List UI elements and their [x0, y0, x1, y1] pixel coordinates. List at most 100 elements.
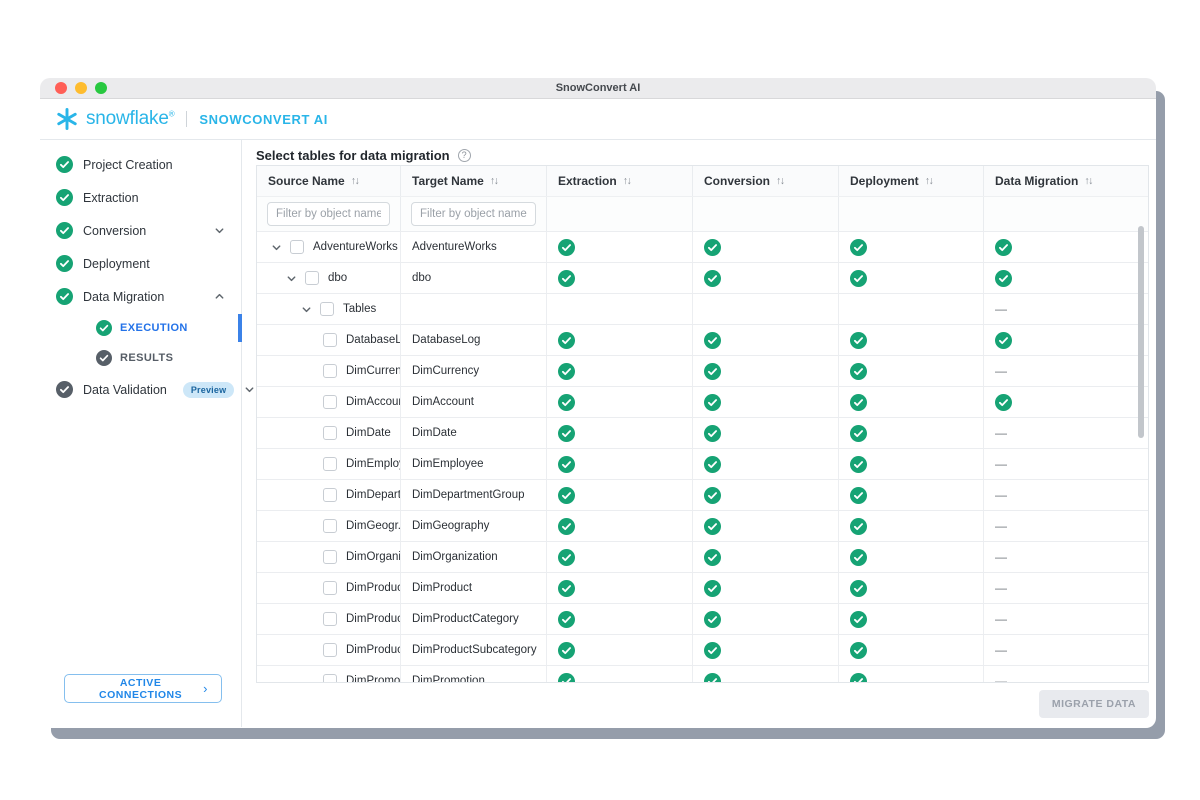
status-success-icon — [693, 542, 839, 572]
sort-icon[interactable]: ↑↓ — [1084, 175, 1092, 187]
table-row: DimDepart...DimDepartmentGroup— — [257, 479, 1148, 510]
row-checkbox[interactable] — [323, 457, 337, 471]
column-header-extraction[interactable]: Extraction↑↓ — [547, 166, 693, 196]
status-success-icon — [839, 387, 984, 417]
source-name-label: Tables — [343, 303, 376, 315]
sidebar-item-deployment[interactable]: Deployment — [40, 247, 241, 280]
target-name-filter-input[interactable] — [411, 202, 536, 226]
status-success-icon — [839, 449, 984, 479]
status-success-icon — [984, 325, 1148, 355]
row-checkbox[interactable] — [323, 612, 337, 626]
status-success-icon — [547, 480, 693, 510]
target-name-label: DimGeography — [401, 511, 547, 541]
chevron-down-icon[interactable] — [214, 225, 225, 236]
sidebar-item-data-migration[interactable]: Data Migration — [40, 280, 241, 313]
column-header-conversion[interactable]: Conversion↑↓ — [693, 166, 839, 196]
sidebar-item-extraction[interactable]: Extraction — [40, 181, 241, 214]
chevron-up-icon[interactable] — [214, 291, 225, 302]
status-success-icon — [547, 418, 693, 448]
status-success-icon — [693, 325, 839, 355]
status-success-icon — [984, 387, 1148, 417]
target-name-label: AdventureWorks — [401, 232, 547, 262]
target-name-label: DimPromotion — [401, 666, 547, 683]
row-checkbox[interactable] — [323, 488, 337, 502]
target-name-label — [401, 294, 547, 324]
column-header-source-name[interactable]: Source Name↑↓ — [257, 166, 401, 196]
sort-icon[interactable]: ↑↓ — [925, 175, 933, 187]
status-success-icon — [839, 604, 984, 634]
status-success-icon — [839, 511, 984, 541]
status-success-icon — [547, 387, 693, 417]
active-connections-button[interactable]: ACTIVE CONNECTIONS › — [64, 674, 222, 703]
status-success-icon — [839, 635, 984, 665]
expand-chevron-down-icon[interactable] — [271, 242, 283, 253]
source-name-label: DimProduct — [346, 582, 401, 594]
status-check-icon — [56, 189, 73, 206]
row-checkbox[interactable] — [323, 426, 337, 440]
status-success-icon — [839, 356, 984, 386]
table-row: DimPromot...DimPromotion— — [257, 665, 1148, 683]
snowflake-logo-icon — [54, 106, 80, 132]
source-name-filter-input[interactable] — [267, 202, 390, 226]
preview-badge: Preview — [183, 382, 234, 398]
row-checkbox[interactable] — [320, 302, 334, 316]
row-checkbox[interactable] — [305, 271, 319, 285]
row-checkbox[interactable] — [323, 395, 337, 409]
table-filter-row — [257, 196, 1148, 231]
source-name-label: AdventureWorks — [313, 241, 398, 253]
table-scrollbar-thumb[interactable] — [1138, 226, 1144, 438]
status-empty — [547, 294, 693, 324]
main-content: Select tables for data migration ? Sourc… — [242, 140, 1156, 727]
status-check-icon — [56, 222, 73, 239]
column-header-data-migration[interactable]: Data Migration↑↓ — [984, 166, 1148, 196]
sort-icon[interactable]: ↑↓ — [776, 175, 784, 187]
sidebar-subitem-execution[interactable]: EXECUTION — [40, 313, 241, 343]
status-success-icon — [547, 325, 693, 355]
source-name-label: DatabaseL... — [346, 334, 401, 346]
status-success-icon — [984, 232, 1148, 262]
status-success-icon — [839, 325, 984, 355]
sidebar-item-data-validation[interactable]: Data ValidationPreview — [40, 373, 241, 406]
chevron-down-icon[interactable] — [244, 384, 255, 395]
status-success-icon — [693, 232, 839, 262]
column-header-deployment[interactable]: Deployment↑↓ — [839, 166, 984, 196]
row-checkbox[interactable] — [323, 581, 337, 595]
status-success-icon — [547, 604, 693, 634]
row-checkbox[interactable] — [323, 674, 337, 683]
target-name-label: DimProductCategory — [401, 604, 547, 634]
status-not-applicable: — — [984, 449, 1148, 479]
product-name: SNOWCONVERT AI — [199, 112, 328, 127]
table-row: Tables— — [257, 293, 1148, 324]
sidebar-subitem-results[interactable]: RESULTS — [40, 343, 241, 373]
status-success-icon — [693, 387, 839, 417]
expand-chevron-down-icon[interactable] — [301, 304, 313, 315]
sidebar-item-conversion[interactable]: Conversion — [40, 214, 241, 247]
sidebar-item-project-creation[interactable]: Project Creation — [40, 148, 241, 181]
help-info-icon[interactable]: ? — [458, 149, 471, 162]
sort-icon[interactable]: ↑↓ — [351, 175, 359, 187]
status-check-icon — [56, 381, 73, 398]
row-checkbox[interactable] — [290, 240, 304, 254]
status-success-icon — [693, 666, 839, 683]
row-checkbox[interactable] — [323, 643, 337, 657]
table-row: DimProductDimProduct— — [257, 572, 1148, 603]
source-name-label: DimAccount — [346, 396, 401, 408]
sort-icon[interactable]: ↑↓ — [623, 175, 631, 187]
app-header: snowflake® SNOWCONVERT AI — [40, 99, 1156, 140]
target-name-label: DimCurrency — [401, 356, 547, 386]
status-check-icon — [56, 255, 73, 272]
source-name-label: DimDepart... — [346, 489, 401, 501]
expand-chevron-down-icon[interactable] — [286, 273, 298, 284]
row-checkbox[interactable] — [323, 519, 337, 533]
status-check-icon — [56, 156, 73, 173]
row-checkbox[interactable] — [323, 364, 337, 378]
column-header-target-name[interactable]: Target Name↑↓ — [401, 166, 547, 196]
table-row: DatabaseL...DatabaseLog — [257, 324, 1148, 355]
status-success-icon — [547, 263, 693, 293]
migrate-data-button[interactable]: MIGRATE DATA — [1039, 690, 1149, 718]
row-checkbox[interactable] — [323, 333, 337, 347]
target-name-label: DimProduct — [401, 573, 547, 603]
sort-icon[interactable]: ↑↓ — [490, 175, 498, 187]
table-row: dbodbo — [257, 262, 1148, 293]
row-checkbox[interactable] — [323, 550, 337, 564]
